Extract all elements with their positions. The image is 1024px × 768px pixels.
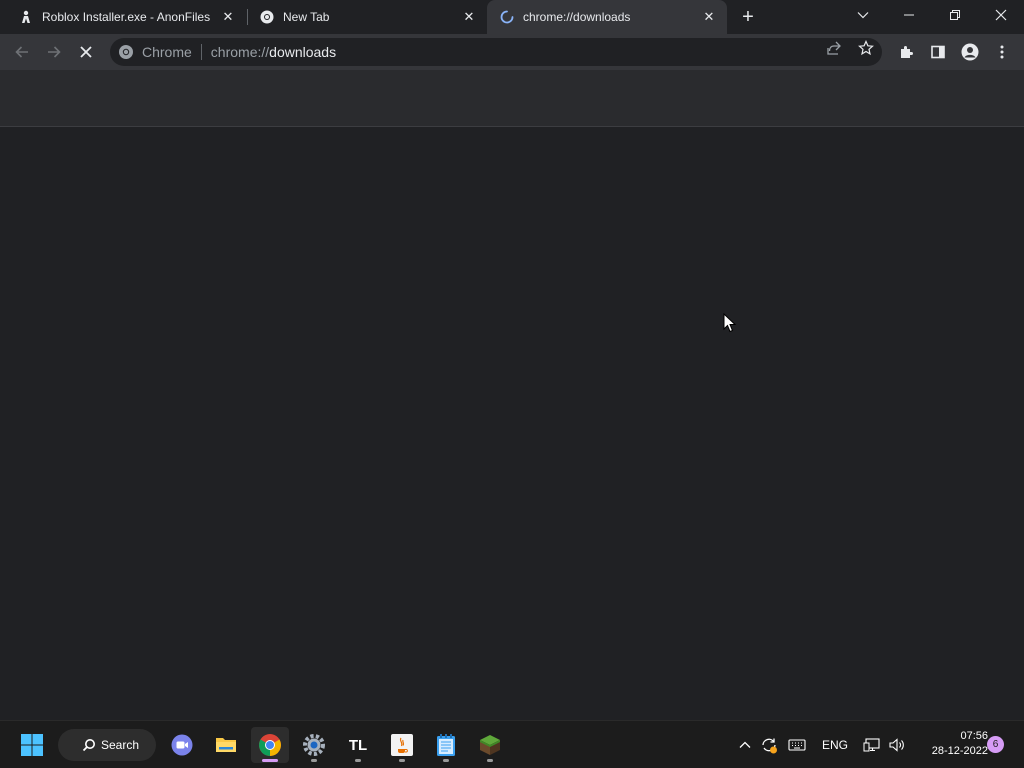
tab-strip: Roblox Installer.exe - AnonFiles ✕ New T… [0,0,1024,34]
tab-search-button[interactable] [840,0,886,30]
restore-button[interactable] [932,0,978,30]
bookmark-star-icon[interactable] [858,40,874,56]
clock-date: 28-12-2022 [931,745,988,757]
running-app-indicator [355,759,361,762]
meet-chat-icon [171,734,193,756]
url-text: chrome://downloads [211,44,336,60]
running-app-indicator [443,759,449,762]
side-panel-icon[interactable] [926,40,950,64]
share-icon[interactable] [826,40,842,56]
anonfiles-icon [18,9,34,25]
omnibox-divider [200,44,202,60]
chrome-icon [259,734,281,756]
tab-roblox-installer[interactable]: Roblox Installer.exe - AnonFiles ✕ [0,0,246,34]
active-app-indicator [262,759,278,762]
gear-icon [303,734,325,756]
language-indicator[interactable]: ENG [818,733,852,757]
clock[interactable]: 07:56 28-12-2022 [914,729,988,759]
loading-spinner-icon [499,9,515,25]
new-tab-button[interactable]: + [736,5,760,29]
chevron-down-icon [857,12,869,19]
profile-avatar-icon[interactable] [958,40,982,64]
close-tab-icon[interactable]: ✕ [701,9,717,25]
tab-title: Roblox Installer.exe - AnonFiles [42,10,211,24]
close-window-button[interactable] [978,0,1024,30]
downloads-page-content [0,127,1024,720]
taskbar-java[interactable] [383,727,421,763]
tab-title: chrome://downloads [523,10,631,24]
site-chip-label: Chrome [142,44,192,60]
stop-icon [80,46,92,58]
back-arrow-icon [15,46,28,58]
tlauncher-icon: TL [348,736,368,754]
folder-icon [216,738,236,752]
running-app-indicator [487,759,493,762]
minimize-button[interactable] [886,0,932,30]
chrome-logo-icon [119,45,133,59]
site-info-chip[interactable]: Chrome [118,44,192,60]
running-app-indicator [399,759,405,762]
minecraft-block-icon [480,735,500,755]
stop-loading-button[interactable] [72,38,100,66]
taskbar-minecraft[interactable] [471,727,509,763]
chrome-menu-icon[interactable] [990,40,1014,64]
taskbar-settings[interactable] [295,727,333,763]
search-icon [82,739,95,752]
taskbar-file-explorer[interactable] [207,727,245,763]
tab-title: New Tab [283,10,330,24]
search-label: Search [101,738,140,752]
minimize-icon [904,14,914,16]
running-app-indicator [311,759,317,762]
chevron-up-icon [739,741,751,748]
close-tab-icon[interactable]: ✕ [220,9,236,25]
taskbar-tlauncher[interactable]: TL [339,727,377,763]
restore-icon [950,10,960,20]
url-path: downloads [269,44,337,60]
windows-taskbar: Search TL ENG 07:56 28-12-2022 6 [0,720,1024,768]
extensions-icon[interactable] [894,40,918,64]
show-hidden-icons-button[interactable] [737,733,753,757]
chrome-icon [259,9,275,25]
taskbar-notepad[interactable] [427,727,465,763]
url-scheme: chrome:// [210,44,270,60]
browser-toolbar: Chrome chrome://downloads [0,34,1024,70]
forward-button[interactable] [40,38,68,66]
start-button[interactable] [13,727,51,763]
mouse-cursor-icon [723,312,737,338]
java-icon [391,734,413,756]
notepad-icon [437,734,455,756]
tab-downloads[interactable]: chrome://downloads ✕ [487,0,727,34]
notification-count-badge[interactable]: 6 [987,736,1004,753]
sync-update-icon[interactable] [759,733,779,757]
touch-keyboard-icon[interactable] [787,733,807,757]
taskbar-chrome[interactable] [251,727,289,763]
taskbar-meet-app[interactable] [163,727,201,763]
windows-logo-icon [21,734,43,756]
network-icon[interactable] [862,733,882,757]
volume-icon[interactable] [887,733,907,757]
tab-new-tab[interactable]: New Tab ✕ [241,0,487,34]
taskbar-search-button[interactable]: Search [58,729,156,761]
forward-arrow-icon [48,46,61,58]
close-icon [995,9,1007,21]
address-bar[interactable]: Chrome chrome://downloads [110,38,882,66]
clock-time: 07:56 [960,730,988,742]
close-tab-icon[interactable]: ✕ [461,9,477,25]
downloads-page-header [0,70,1024,127]
back-button[interactable] [8,38,36,66]
